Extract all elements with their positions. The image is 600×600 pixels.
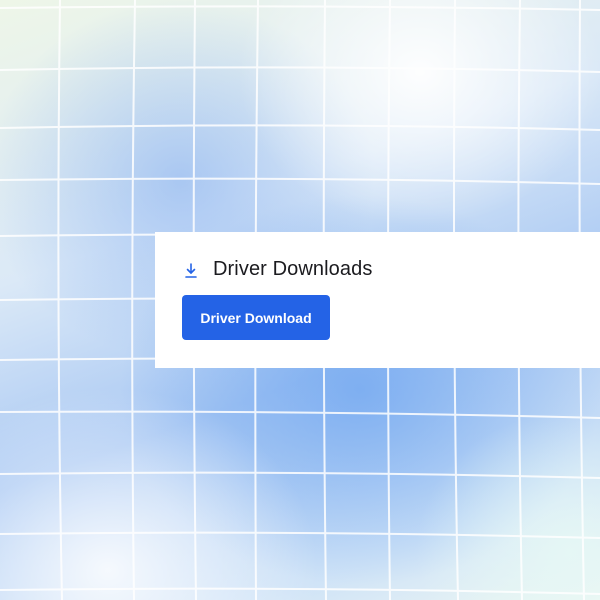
driver-download-button[interactable]: Driver Download xyxy=(182,295,330,340)
driver-downloads-card: Driver Downloads Driver Download xyxy=(155,232,600,368)
card-header: Driver Downloads xyxy=(183,258,372,281)
download-icon xyxy=(185,262,197,278)
card-title: Driver Downloads xyxy=(213,258,373,280)
